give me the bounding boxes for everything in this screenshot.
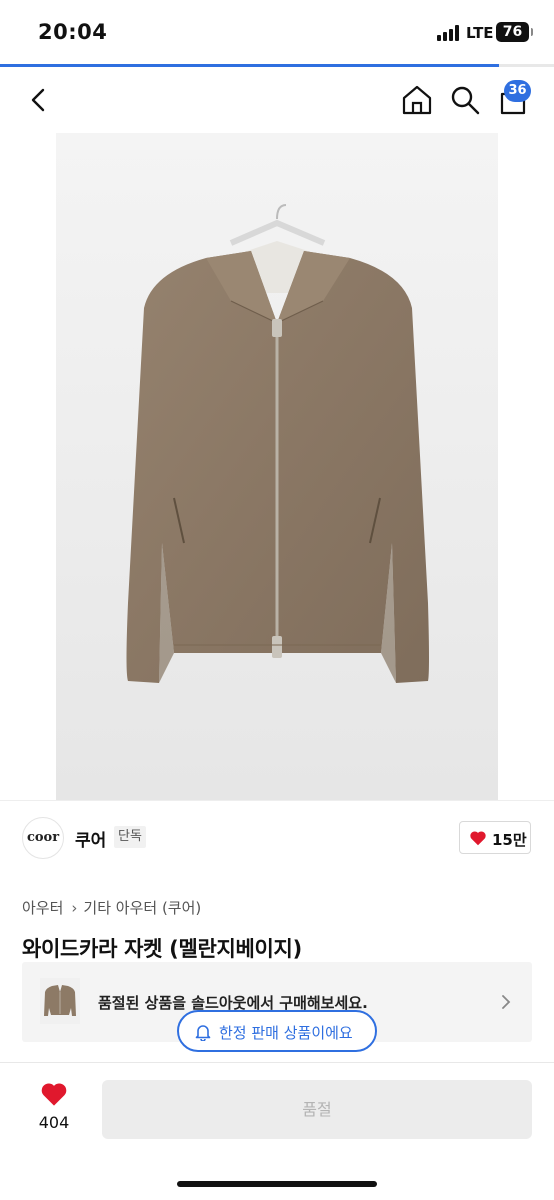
top-navigation <box>0 67 554 133</box>
status-time: 20:04 <box>38 20 108 44</box>
heart-icon <box>41 1083 67 1106</box>
network-label: LTE <box>466 24 494 42</box>
breadcrumb-item[interactable]: 기타 아우터 (쿠어) <box>83 899 201 917</box>
brand-name[interactable]: 쿠어 <box>75 826 106 851</box>
brand-like-count: 15만 <box>492 831 527 849</box>
breadcrumb-item[interactable]: 아우터 <box>22 899 63 917</box>
back-arrow-icon[interactable] <box>22 83 56 117</box>
search-icon[interactable] <box>447 82 483 118</box>
brand-logo[interactable]: coor <box>22 817 64 859</box>
product-image[interactable] <box>0 133 554 800</box>
battery-icon: 76 <box>496 22 533 42</box>
chevron-right-icon: › <box>71 899 78 917</box>
product-title: 와이드카라 자켓 (멜란지베이지) <box>22 937 302 961</box>
limited-sale-label: 한정 판매 상품이에요 <box>219 1024 353 1042</box>
wish-button[interactable]: 404 <box>24 1081 84 1132</box>
breadcrumb: 아우터 › 기타 아우터 (쿠어) <box>22 897 205 918</box>
brand-row: coor 쿠어 단독 15만 <box>0 800 554 872</box>
heart-icon <box>470 831 486 846</box>
home-icon[interactable] <box>399 82 435 118</box>
home-indicator <box>177 1181 377 1187</box>
bell-icon <box>195 1025 211 1041</box>
brand-like-button[interactable]: 15만 <box>459 821 531 854</box>
signal-icon <box>437 25 463 41</box>
jacket-thumbnail <box>40 978 80 1024</box>
jacket-image <box>56 133 498 800</box>
status-bar: 20:04 LTE 76 <box>0 0 554 64</box>
bottom-action-bar: 404 품절 <box>0 1062 554 1200</box>
cart-count-badge: 36 <box>504 80 531 102</box>
chevron-right-icon <box>502 995 511 1009</box>
soldout-buy-button[interactable]: 품절 <box>102 1080 532 1139</box>
wish-count: 404 <box>38 1113 70 1132</box>
exclusive-badge: 단독 <box>114 826 146 848</box>
limited-sale-pill: 한정 판매 상품이에요 <box>177 1010 377 1052</box>
